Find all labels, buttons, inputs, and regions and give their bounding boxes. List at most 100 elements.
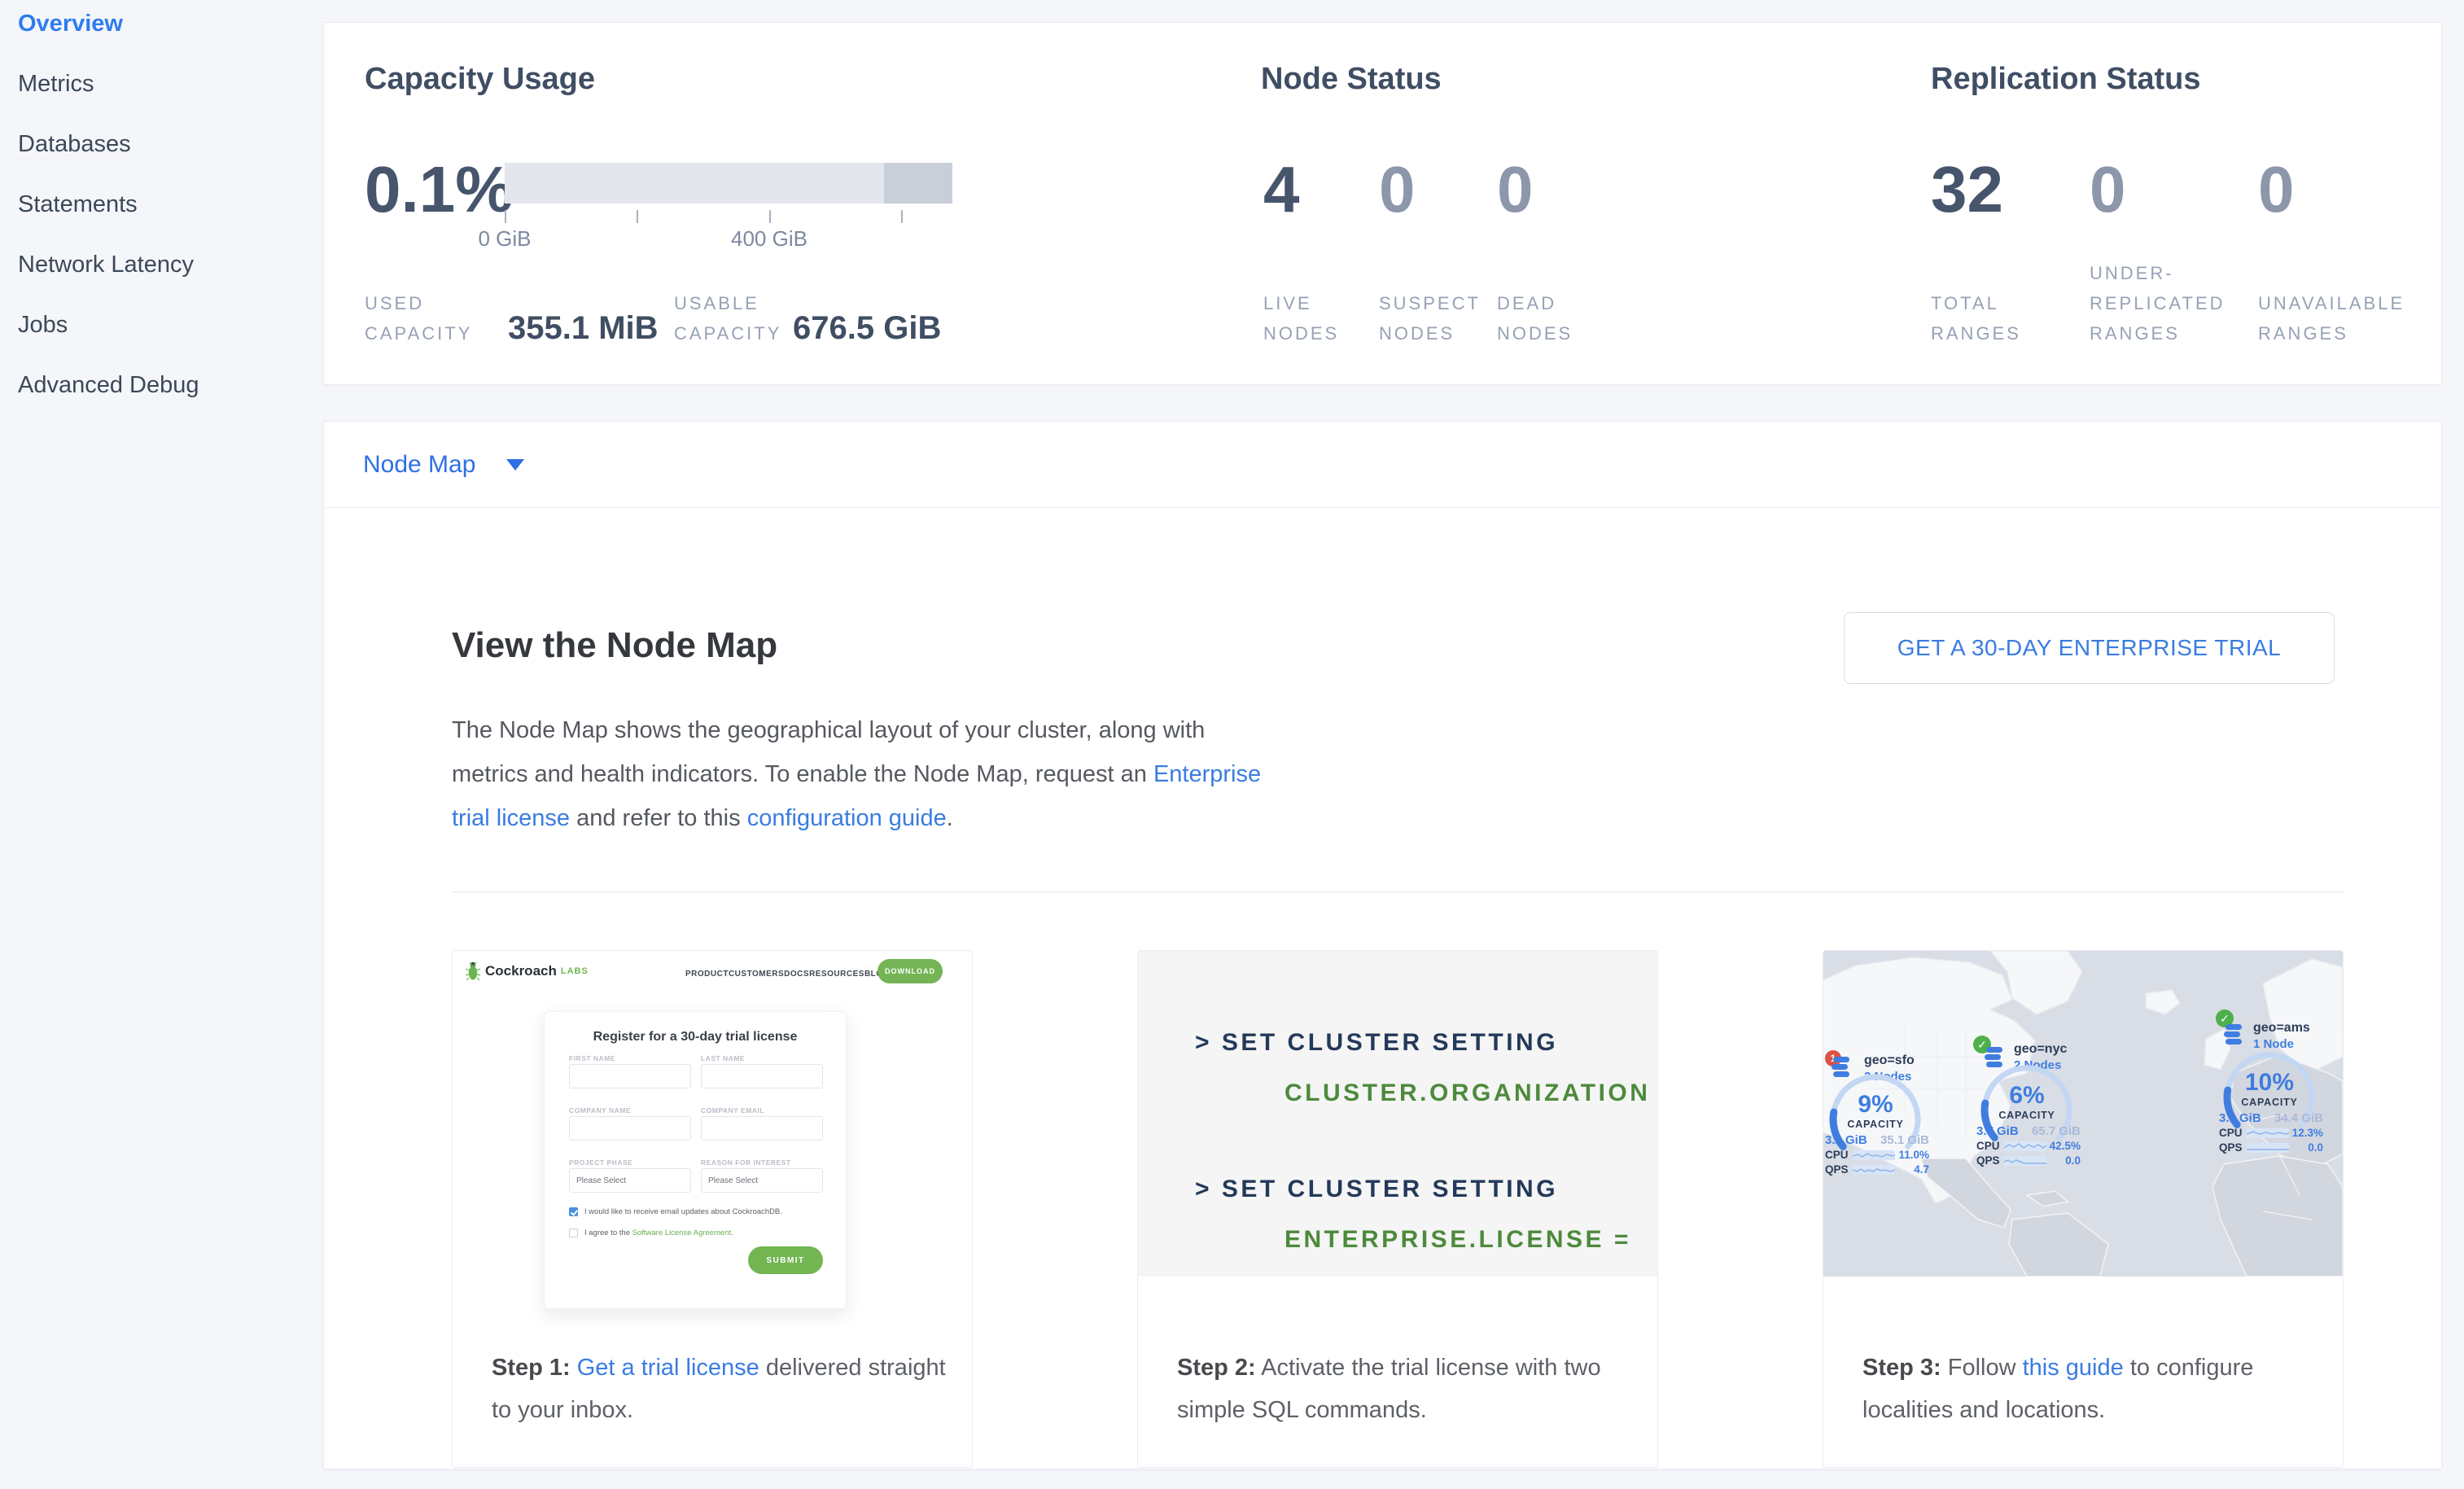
sidebar-item-metrics[interactable]: Metrics <box>0 54 323 114</box>
configuration-guide-link[interactable]: configuration guide <box>747 805 947 831</box>
cpu-sparkline-icon <box>2247 1128 2289 1139</box>
db-console-overview-page: Overview Metrics Databases Statements Ne… <box>0 0 2464 1489</box>
this-guide-link[interactable]: this guide <box>2023 1355 2124 1381</box>
step1-caption: Step 1: Get a trial license delivered st… <box>492 1347 948 1431</box>
capacity-percent: 10% <box>2221 1069 2318 1097</box>
live-nodes-label: LIVE NODES <box>1263 288 1361 348</box>
reason-for-interest-label: REASON FOR INTEREST <box>701 1158 791 1167</box>
capacity-axis-tick <box>769 210 771 223</box>
sidebar: Overview Metrics Databases Statements Ne… <box>0 0 323 1489</box>
minisite-download-button: DOWNLOAD <box>877 959 943 983</box>
usable-capacity-value: 676.5 GiB <box>793 310 941 347</box>
sidebar-item-network-latency[interactable]: Network Latency <box>0 234 323 295</box>
view-selector-label: Node Map <box>363 451 475 479</box>
map-node-ams: ✓ geo=ams 1 Node 10% CAPACITY <box>1823 951 2343 1187</box>
used-capacity-value: 355.1 MiB <box>508 310 659 347</box>
software-license-agreement-link: Software License Agreement <box>632 1228 731 1237</box>
unavailable-ranges-count: 0 <box>2258 145 2295 234</box>
sql-snippet: > SET CLUSTER SETTING CLUSTER.ORGANIZATI… <box>1138 951 1657 1277</box>
company-email-field <box>701 1116 823 1141</box>
sql-line-2: CLUSTER.ORGANIZATION = <box>1285 1080 1658 1107</box>
unavailable-ranges-label: UNAVAILABLE RANGES <box>2258 288 2429 348</box>
sidebar-item-statements[interactable]: Statements <box>0 174 323 234</box>
capacity-axis-tick <box>637 210 638 223</box>
step3-label: Step 3: <box>1862 1355 1941 1381</box>
database-icon <box>2224 1024 2243 1045</box>
suspect-nodes-label: SUSPECT NODES <box>1379 288 1485 348</box>
cluster-summary-panel: Capacity Usage 0.1% 0 GiB 400 GiB USED C… <box>323 22 2442 385</box>
qps-row: QPS 0.0 <box>2219 1141 2323 1154</box>
description-text: and refer to this <box>570 805 747 831</box>
dead-nodes-label: DEAD NODES <box>1497 288 1595 348</box>
qps-label: QPS <box>2219 1141 2247 1154</box>
capacity-gib-row: 3.6 GiB 34.4 GiB <box>2219 1111 2323 1125</box>
first-name-field <box>569 1064 691 1088</box>
step1-card: Cockroach LABS PRODUCT CUSTOMERS DOCS RE… <box>452 950 973 1468</box>
company-name-field <box>569 1116 691 1141</box>
sidebar-item-jobs[interactable]: Jobs <box>0 295 323 355</box>
suspect-nodes-count: 0 <box>1379 145 1416 234</box>
license-agreement-text: I agree to the Software License Agreemen… <box>584 1228 733 1237</box>
step3-card: 1 geo=sfo 2 Nodes 9% CAPACITY <box>1823 950 2344 1468</box>
last-name-field <box>701 1064 823 1088</box>
step2-label: Step 2: <box>1177 1355 1256 1381</box>
sidebar-item-advanced-debug[interactable]: Advanced Debug <box>0 355 323 415</box>
minisite-nav-item: CUSTOMERS <box>729 970 784 979</box>
live-nodes-count: 4 <box>1263 145 1300 234</box>
step3-text: Follow <box>1941 1355 2023 1381</box>
description-text: The Node Map shows the geographical layo… <box>452 717 1205 787</box>
minisite-nav-item: PRODUCT <box>685 970 729 979</box>
locality-name: geo=ams <box>2253 1021 2310 1036</box>
chevron-down-icon <box>506 459 524 471</box>
project-phase-label: PROJECT PHASE <box>569 1158 632 1167</box>
minisite-nav: PRODUCT CUSTOMERS DOCS RESOURCES BLOG <box>685 951 869 996</box>
usable-capacity-label: USABLE CAPACITY <box>674 288 812 348</box>
form-title: Register for a 30-day trial license <box>545 1030 846 1044</box>
minisite-submit-button: SUBMIT <box>748 1246 823 1274</box>
step2-card: > SET CLUSTER SETTING CLUSTER.ORGANIZATI… <box>1137 950 1658 1468</box>
page-title: View the Node Map <box>452 625 777 666</box>
total-ranges-label: TOTAL RANGES <box>1931 288 2061 348</box>
company-email-label: COMPANY EMAIL <box>701 1106 764 1115</box>
sidebar-item-overview[interactable]: Overview <box>0 0 323 54</box>
reason-for-interest-select: Please Select <box>701 1168 823 1193</box>
agreement-pre: I agree to the <box>584 1228 632 1237</box>
minisite-header: Cockroach LABS PRODUCT CUSTOMERS DOCS RE… <box>453 951 972 996</box>
logo-word: Cockroach <box>485 963 557 979</box>
project-phase-select: Please Select <box>569 1168 691 1193</box>
first-name-label: FIRST NAME <box>569 1054 615 1062</box>
node-status-title: Node Status <box>1261 62 1442 97</box>
get-trial-license-link[interactable]: Get a trial license <box>577 1355 759 1381</box>
cpu-label: CPU <box>2219 1127 2247 1139</box>
capacity-usage-bar <box>505 163 952 204</box>
get-enterprise-trial-button[interactable]: GET A 30-DAY ENTERPRISE TRIAL <box>1844 612 2335 684</box>
node-map-description: The Node Map shows the geographical layo… <box>452 708 1266 840</box>
dead-nodes-count: 0 <box>1497 145 1534 234</box>
node-map-preview: 1 geo=sfo 2 Nodes 9% CAPACITY <box>1823 951 2343 1277</box>
step1-label: Step 1: <box>492 1355 571 1381</box>
capacity-used-percent: 0.1% <box>365 145 513 234</box>
checked-checkbox-icon <box>569 1207 578 1216</box>
sql-line-3: > SET CLUSTER SETTING <box>1195 1176 1558 1203</box>
qps-value: 0.0 <box>2308 1141 2323 1154</box>
capacity-usage-title: Capacity Usage <box>365 62 595 97</box>
unchecked-checkbox-icon <box>569 1228 578 1237</box>
cockroach-bug-icon <box>466 961 480 982</box>
section-divider <box>452 891 2344 892</box>
email-updates-text: I would like to receive email updates ab… <box>584 1207 782 1216</box>
under-replicated-ranges-label: UNDER-REPLICATED RANGES <box>2090 258 2252 348</box>
qps-sparkline-icon <box>2247 1142 2289 1154</box>
capacity-axis-label-400: 400 GiB <box>712 226 826 252</box>
node-map-panel: Node Map View the Node Map The Node Map … <box>323 421 2442 1469</box>
cockroach-labs-logo: Cockroach LABS <box>466 961 589 982</box>
license-agreement-checkbox-row: I agree to the Software License Agreemen… <box>569 1228 829 1237</box>
step1-text <box>571 1355 577 1381</box>
email-updates-checkbox-row: I would like to receive email updates ab… <box>569 1207 829 1216</box>
total-ranges-count: 32 <box>1931 145 2003 234</box>
step2-caption: Step 2: Activate the trial license with … <box>1177 1347 1633 1431</box>
logo-suffix: LABS <box>561 966 589 976</box>
step3-caption: Step 3: Follow this guide to configure l… <box>1862 1347 2318 1431</box>
last-name-label: LAST NAME <box>701 1054 745 1062</box>
sidebar-item-databases[interactable]: Databases <box>0 114 323 174</box>
view-selector-dropdown[interactable]: Node Map <box>324 422 2441 508</box>
